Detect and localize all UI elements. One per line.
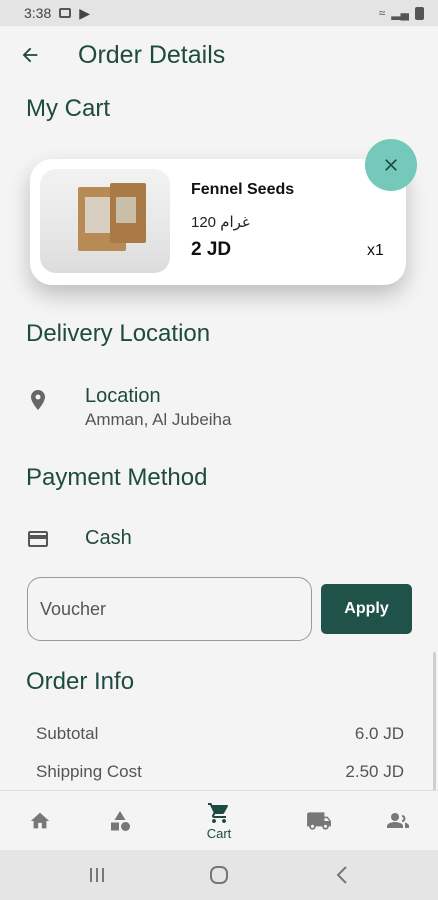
product-weight: 120 غرام (191, 214, 250, 231)
cart-item-card[interactable]: Fennel Seeds 120 غرام 2 JD x1 (30, 159, 406, 285)
back-arrow-icon (22, 47, 38, 63)
people-icon (387, 813, 409, 828)
home-icon (30, 812, 50, 829)
back-button[interactable] (0, 26, 60, 84)
close-icon (385, 159, 397, 171)
page-title: Order Details (78, 40, 226, 69)
battery-icon (415, 6, 424, 20)
nav-home[interactable] (5, 791, 75, 851)
product-name: Fennel Seeds (191, 181, 295, 198)
delivery-location-title: Delivery Location (26, 320, 211, 347)
nav-profile[interactable] (363, 791, 433, 851)
shipping-cost-label: Shipping Cost (36, 762, 142, 781)
status-time: 3:38 (24, 5, 52, 21)
wifi-icon: ≈ (378, 6, 386, 20)
product-quantity: x1 (367, 242, 384, 259)
status-bar: 3:38 ▶ ≈ ▂▄ (0, 0, 438, 26)
product-image (40, 169, 170, 273)
payment-method-row[interactable]: Cash (0, 524, 438, 554)
product-price: 2 JD (191, 239, 232, 260)
credit-card-icon (28, 531, 48, 547)
location-address: Amman, Al Jubeiha (85, 410, 232, 429)
nav-cart[interactable]: Cart (184, 791, 254, 851)
gallery-notification-icon (59, 8, 72, 18)
signal-icon: ▂▄ (391, 6, 409, 20)
home-system-button[interactable] (189, 850, 249, 900)
payment-method-value: Cash (85, 527, 132, 549)
shipping-cost-value: 2.50 JD (345, 762, 404, 781)
system-navigation-bar (0, 850, 438, 900)
delivery-location-row[interactable]: Location Amman, Al Jubeiha (0, 380, 438, 432)
nav-cart-label: Cart (206, 826, 232, 841)
order-info-title: Order Info (26, 668, 135, 695)
back-system-button[interactable] (312, 850, 372, 900)
home-circle-icon (210, 866, 228, 884)
app-bar: Order Details (0, 26, 438, 84)
payment-method-title: Payment Method (26, 464, 208, 491)
media-notification-icon: ▶ (79, 4, 91, 21)
nav-delivery[interactable] (284, 791, 354, 851)
subtotal-value: 6.0 JD (354, 724, 404, 743)
nav-categories[interactable] (85, 791, 155, 851)
chevron-left-icon (336, 866, 347, 884)
categories-icon (111, 811, 130, 831)
subtotal-row: Subtotal 6.0 JD (36, 724, 404, 744)
location-pin-icon (31, 390, 45, 410)
bottom-navigation: Cart (0, 790, 438, 850)
voucher-input[interactable] (27, 577, 312, 641)
remove-item-button[interactable] (365, 139, 417, 191)
recent-apps-icon (90, 868, 104, 882)
cart-icon (208, 803, 228, 823)
shipping-cost-row: Shipping Cost 2.50 JD (36, 762, 404, 782)
location-label: Location (85, 385, 161, 407)
subtotal-label: Subtotal (36, 724, 99, 743)
apply-voucher-button[interactable]: Apply (321, 584, 412, 634)
my-cart-title: My Cart (26, 95, 110, 122)
recent-apps-button[interactable] (67, 850, 127, 900)
truck-icon (307, 812, 331, 830)
